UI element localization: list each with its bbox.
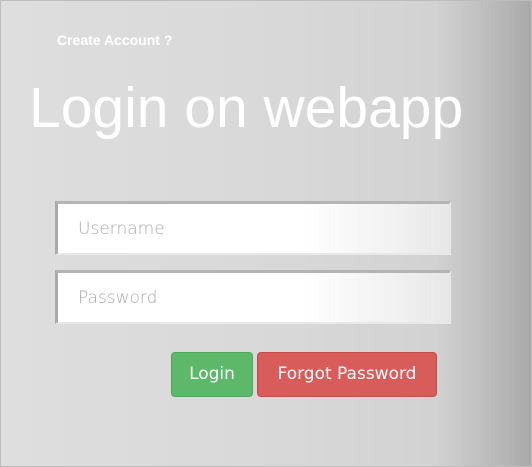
- username-input[interactable]: [55, 201, 451, 255]
- password-input[interactable]: [55, 270, 451, 324]
- login-button[interactable]: Login: [171, 352, 253, 397]
- page-title: Login on webapp: [29, 76, 464, 140]
- forgot-password-button[interactable]: Forgot Password: [257, 352, 437, 397]
- create-account-link[interactable]: Create Account ?: [57, 32, 172, 48]
